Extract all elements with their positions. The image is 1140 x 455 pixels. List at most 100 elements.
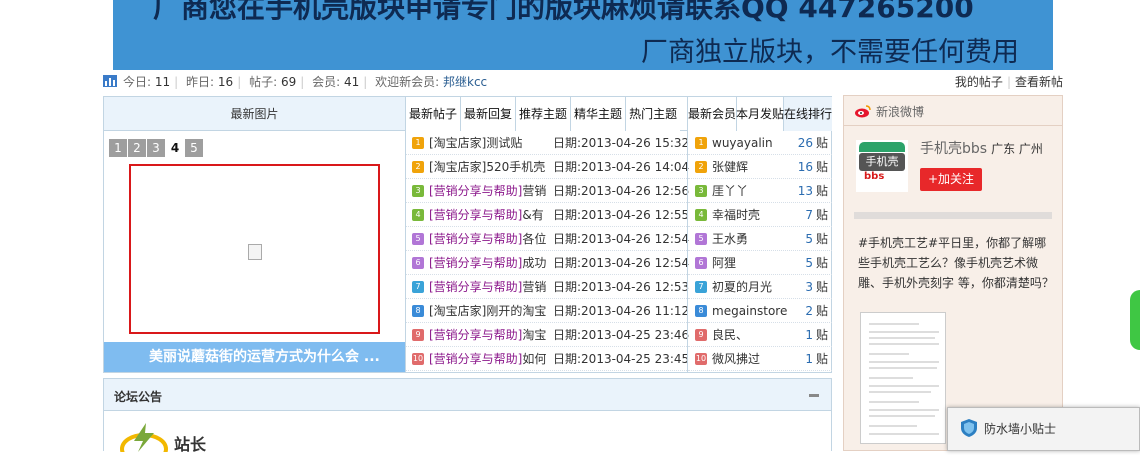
member-post-count: 2贴 [805,299,828,323]
tab-latest-threads[interactable]: 最新帖子 [406,97,462,131]
member-name[interactable]: 良民、 [712,323,748,347]
firewall-tip-popup[interactable]: 防水墙小贴士 [947,407,1140,451]
members-count: 41 [343,75,360,89]
tab-digest[interactable]: 精华主题 [571,97,627,131]
thread-date: 日期:2013-04-26 12:54 [553,232,690,246]
member-row[interactable]: 4 幸福时壳 7 贴 [688,203,832,227]
follow-button[interactable]: +加关注 [920,168,982,191]
thread-title-text[interactable]: 刚开的淘宝 [486,304,546,318]
featured-picture[interactable] [129,164,380,334]
member-count-number: 1 [805,328,813,342]
thread-title-text[interactable]: 520手机壳 [486,160,545,174]
weibo-header: 新浪微博 [844,96,1062,126]
picture-page-4[interactable]: 4 [166,139,184,157]
thread-title[interactable]: [营销分享与帮助]成功 [429,251,547,275]
weibo-post-image[interactable] [860,312,946,444]
new-member-link[interactable]: 邦继kcc [443,75,487,89]
floating-widget-edge[interactable] [1130,290,1140,350]
thread-title-text[interactable]: 各位 [522,232,546,246]
thread-title[interactable]: [淘宝店家]测试贴 [429,131,547,155]
thread-title[interactable]: [淘宝店家]刚开的淘宝 [429,299,547,323]
thread-title[interactable]: [营销分享与帮助]营销 [429,179,547,203]
avatar-logo-sub: bbs [864,171,885,182]
view-new-posts-link[interactable]: 查看新帖 [1015,75,1063,89]
collapse-icon[interactable] [809,394,819,397]
thread-row[interactable]: 10 [营销分享与帮助]如何 日期:2013-04-25 23:45 [406,347,689,371]
thread-title[interactable]: [营销分享与帮助]淘宝 [429,323,547,347]
thread-row[interactable]: 1 [淘宝店家]测试贴 日期:2013-04-26 15:32 [406,131,689,155]
featured-picture-caption[interactable]: 美丽说蘑菇街的运营方式为什么会 ... [104,342,405,372]
member-row[interactable]: 8 megainstore 2 贴 [688,299,832,323]
rank-number-icon: 3 [695,185,707,197]
member-name[interactable]: 张健辉 [712,155,748,179]
member-name[interactable]: 厓丫丫 [712,179,748,203]
notice-header: 论坛公告 [104,379,831,411]
thread-row[interactable]: 4 [营销分享与帮助]&有 日期:2013-04-26 12:55 [406,203,689,227]
thread-row[interactable]: 3 [营销分享与帮助]营销 日期:2013-04-26 12:56 [406,179,690,203]
thread-category[interactable]: [营销分享与帮助] [429,256,522,270]
thread-row[interactable]: 8 [淘宝店家]刚开的淘宝 日期:2013-04-26 11:12 [406,299,689,323]
thread-title-text[interactable]: 测试贴 [486,136,522,150]
thread-category[interactable]: [淘宝店家] [429,136,486,150]
thread-title-text[interactable]: 如何 [522,352,546,366]
thread-title-text[interactable]: 营销 [522,184,546,198]
picture-page-2[interactable]: 2 [128,139,146,157]
member-name[interactable]: 王水勇 [712,227,748,251]
ad-banner[interactable]: 厂商您在手机壳版块申请专门的版块麻烦请联系QQ 447265200 厂商独立版块… [113,0,1053,70]
thread-category[interactable]: [淘宝店家] [429,160,486,174]
notice-logo-text: 站长 [174,435,207,454]
member-name[interactable]: wuyayalin [712,131,773,155]
thread-title-text[interactable]: &有 [522,208,543,222]
thread-category[interactable]: [营销分享与帮助] [429,184,522,198]
thread-category[interactable]: [淘宝店家] [429,304,486,318]
weibo-user-link[interactable]: 手机壳bbs [920,141,987,157]
member-name[interactable]: 阿狸 [712,251,736,275]
member-row[interactable]: 9 良民、 1 贴 [688,323,832,347]
thread-title-text[interactable]: 营销 [522,280,546,294]
thread-title[interactable]: [营销分享与帮助]营销 [429,275,547,299]
member-row[interactable]: 3 厓丫丫 13 贴 [688,179,832,203]
member-name[interactable]: megainstore [712,299,787,323]
picture-page-1[interactable]: 1 [109,139,127,157]
member-name[interactable]: 初夏的月光 [712,275,772,299]
thread-category[interactable]: [营销分享与帮助] [429,328,522,342]
picture-page-3[interactable]: 3 [147,139,165,157]
thread-row[interactable]: 2 [淘宝店家]520手机壳 日期:2013-04-26 14:04 [406,155,690,179]
tab-online-ranking[interactable]: 在线排行 [784,97,832,131]
picture-page-5[interactable]: 5 [185,139,203,157]
member-post-count: 3贴 [805,275,828,299]
tab-recommended[interactable]: 推荐主题 [516,97,572,131]
thread-row[interactable]: 5 [营销分享与帮助]各位 日期:2013-04-26 12:54 [406,227,690,251]
member-row[interactable]: 2 张健辉 16 贴 [688,155,832,179]
tab-hot[interactable]: 热门主题 [626,97,681,131]
tab-latest-replies[interactable]: 最新回复 [461,97,517,131]
thread-date: 日期:2013-04-26 14:04 [553,160,690,174]
thread-title[interactable]: [营销分享与帮助]如何 [429,347,547,371]
thread-date: 日期:2013-04-26 12:56 [553,184,690,198]
thread-title[interactable]: [营销分享与帮助]各位 [429,227,547,251]
member-row[interactable]: 10 微风拂过 1 贴 [688,347,832,371]
weibo-avatar[interactable]: 手机壳 bbs [856,140,908,192]
member-name[interactable]: 微风拂过 [712,347,760,371]
member-row[interactable]: 1 wuyayalin 26 贴 [688,131,832,155]
thread-category[interactable]: [营销分享与帮助] [429,232,522,246]
thread-category[interactable]: [营销分享与帮助] [429,208,522,222]
thread-row[interactable]: 7 [营销分享与帮助]营销 日期:2013-04-26 12:53 [406,275,689,299]
thread-row[interactable]: 6 [营销分享与帮助]成功 日期:2013-04-26 12:54 [406,251,689,275]
thread-category[interactable]: [营销分享与帮助] [429,280,522,294]
member-row[interactable]: 7 初夏的月光 3 贴 [688,275,832,299]
tab-newest-members[interactable]: 最新会员 [688,97,737,131]
tab-monthly-posts[interactable]: 本月发贴 [736,97,784,131]
thread-title-text[interactable]: 淘宝 [522,328,546,342]
thread-title[interactable]: [淘宝店家]520手机壳 [429,155,547,179]
member-count-unit: 贴 [815,184,828,198]
thread-title-text[interactable]: 成功 [522,256,546,270]
thread-title[interactable]: [营销分享与帮助]&有 [429,203,547,227]
member-row[interactable]: 5 王水勇 5 贴 [688,227,832,251]
my-posts-link[interactable]: 我的帖子 [955,75,1003,89]
lightning-icon [120,423,168,455]
thread-row[interactable]: 9 [营销分享与帮助]淘宝 日期:2013-04-25 23:46 [406,323,689,347]
member-name[interactable]: 幸福时壳 [712,203,760,227]
member-row[interactable]: 6 阿狸 5 贴 [688,251,832,275]
thread-category[interactable]: [营销分享与帮助] [429,352,522,366]
